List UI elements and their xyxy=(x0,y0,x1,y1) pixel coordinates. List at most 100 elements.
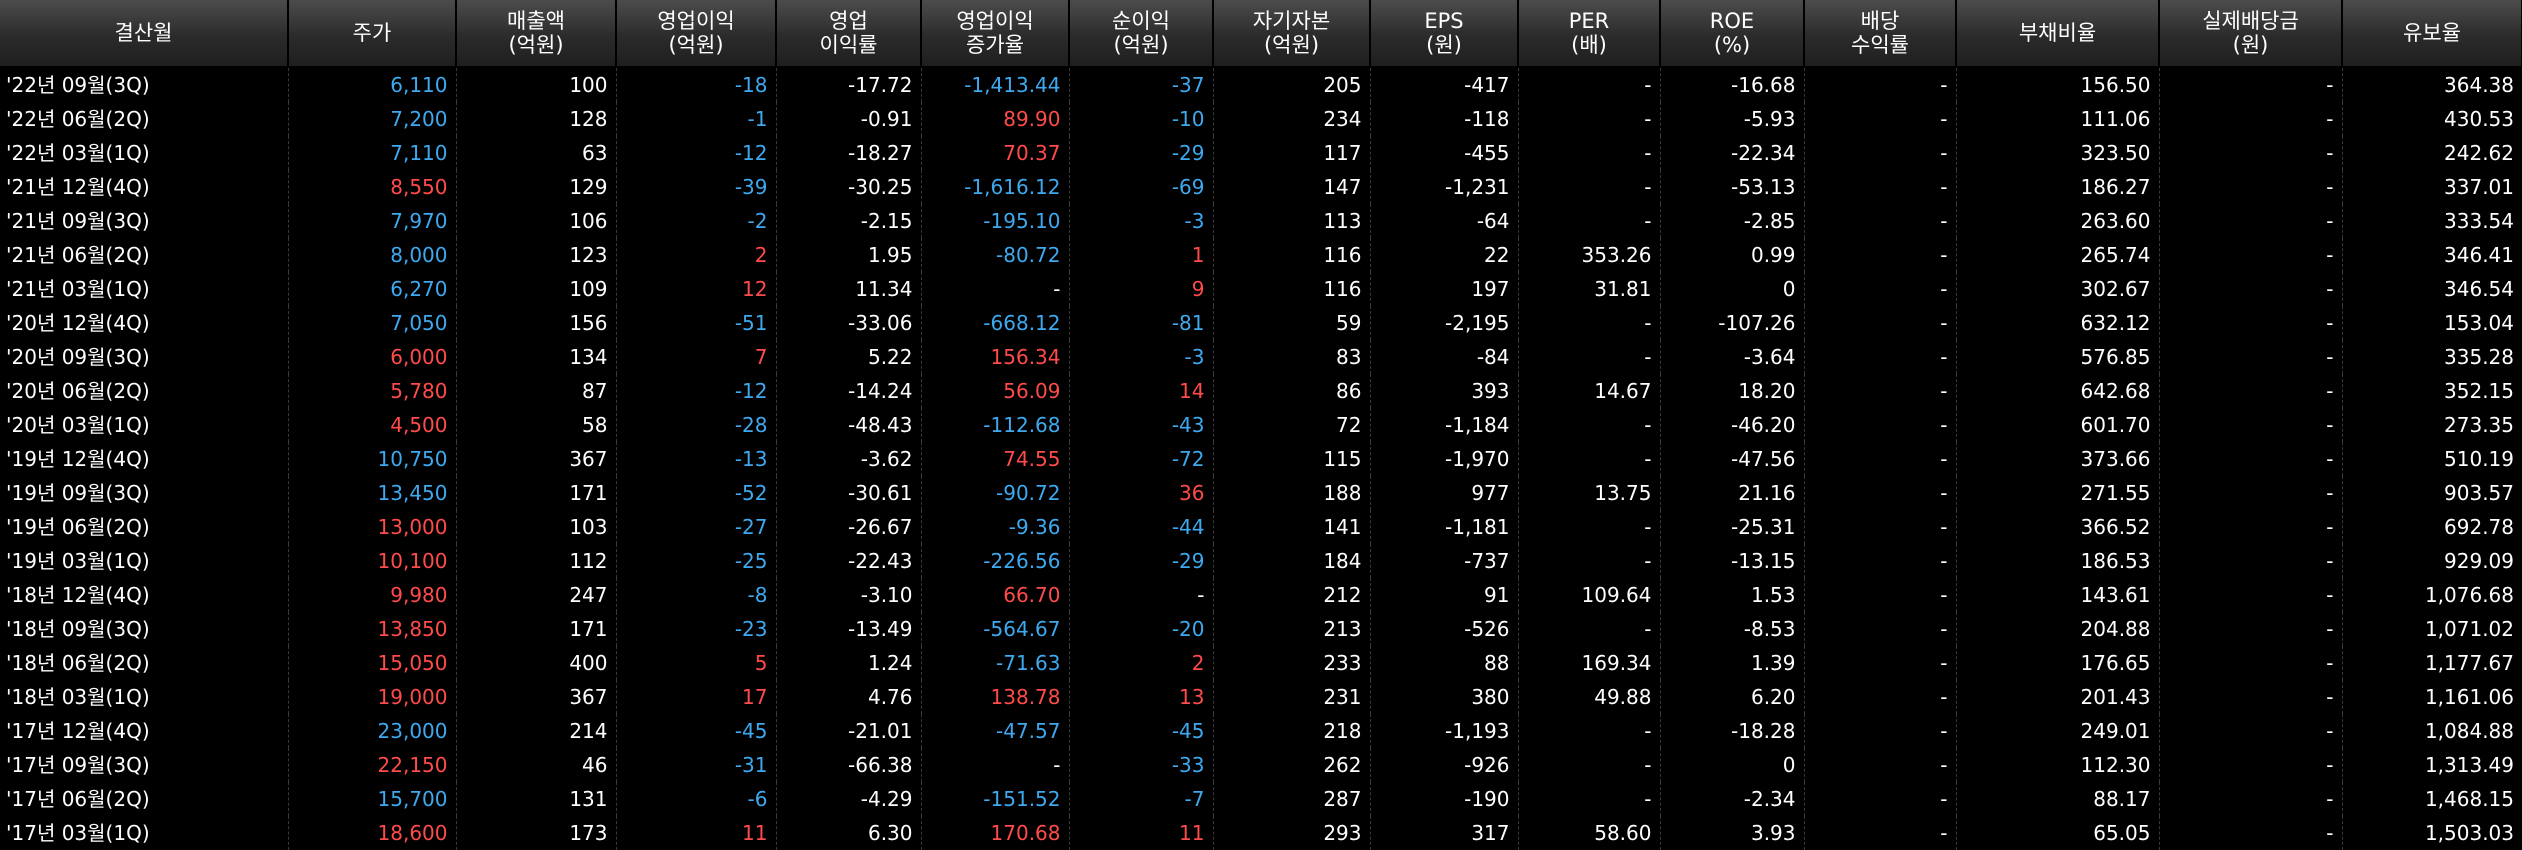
column-header-unit: 증가율 xyxy=(966,33,1024,57)
table-cell: - xyxy=(2159,476,2343,510)
table-cell: 263.60 xyxy=(1956,204,2160,238)
table-cell: 13,450 xyxy=(288,476,457,510)
table-row[interactable]: '19년 12월(4Q) 10,750 367 -13 -3.62 74.55 -72 115… xyxy=(0,442,2522,476)
table-cell: - xyxy=(1804,306,1957,340)
table-cell: -226.56 xyxy=(921,544,1070,578)
table-cell: - xyxy=(921,272,1070,306)
table-row[interactable]: '17년 12월(4Q) 23,000 214 -45 -21.01 -47.57 -45 2… xyxy=(0,714,2522,748)
column-header-label: 실제배당금 xyxy=(2202,9,2299,33)
table-row[interactable]: '17년 03월(1Q) 18,600 173 11 6.30 170.68 11 293 31… xyxy=(0,816,2522,850)
table-cell: -25 xyxy=(616,544,777,578)
table-row[interactable]: '18년 03월(1Q) 19,000 367 17 4.76 138.78 13 231 38… xyxy=(0,680,2522,714)
column-header[interactable]: PER (배) xyxy=(1518,0,1661,68)
table-row[interactable]: '19년 06월(2Q) 13,000 103 -27 -26.67 -9.36 -44 14… xyxy=(0,510,2522,544)
table-cell: 128 xyxy=(456,102,617,136)
table-cell: -72 xyxy=(1069,442,1214,476)
table-row[interactable]: '21년 12월(4Q) 8,550 129 -39 -30.25 -1,616.12 -6… xyxy=(0,170,2522,204)
column-header[interactable]: 결산월 xyxy=(0,0,289,68)
column-header[interactable]: EPS (원) xyxy=(1370,0,1519,68)
table-row[interactable]: '22년 06월(2Q) 7,200 128 -1 -0.91 89.90 -10 234 -1… xyxy=(0,102,2522,136)
table-cell: -28 xyxy=(616,408,777,442)
column-header-label: 영업이익 xyxy=(657,9,735,33)
table-cell: 91 xyxy=(1370,578,1519,612)
column-header[interactable]: ROE (%) xyxy=(1660,0,1805,68)
column-header-label: 배당 xyxy=(1860,9,1900,33)
table-row[interactable]: '18년 06월(2Q) 15,050 400 5 1.24 -71.63 2 233 88 16… xyxy=(0,646,2522,680)
column-header[interactable]: 부채비율 xyxy=(1956,0,2160,68)
table-row[interactable]: '21년 06월(2Q) 8,000 123 2 1.95 -80.72 1 116 22 353… xyxy=(0,238,2522,272)
table-cell: -1,184 xyxy=(1370,408,1519,442)
table-cell: 510.19 xyxy=(2444,447,2514,471)
table-cell: -12 xyxy=(616,374,777,408)
table-cell: 8,550 xyxy=(288,170,457,204)
table-cell: -118 xyxy=(1370,102,1519,136)
column-header[interactable]: 자기자본 (억원) xyxy=(1213,0,1371,68)
table-cell: 186.53 xyxy=(1956,544,2160,578)
table-row[interactable]: '18년 09월(3Q) 13,850 171 -23 -13.49 -564.67 -20… xyxy=(0,612,2522,646)
period-cell: '17년 06월(2Q) xyxy=(0,782,289,816)
table-cell: 171 xyxy=(456,612,617,646)
table-cell: - xyxy=(2159,102,2343,136)
table-cell: - xyxy=(1518,748,1661,782)
table-cell: 0 xyxy=(1660,272,1805,306)
table-row[interactable]: '22년 03월(1Q) 7,110 63 -12 -18.27 70.37 -29 117-… xyxy=(0,136,2522,170)
column-header-unit: 수익률 xyxy=(1851,33,1909,57)
table-row[interactable]: '18년 12월(4Q) 9,980 247 -8 -3.10 66.70-212 91 10… xyxy=(0,578,2522,612)
column-header[interactable]: 영업 이익률 xyxy=(776,0,922,68)
table-cell: 1,468.15 xyxy=(2424,787,2514,811)
table-cell: - xyxy=(1518,102,1661,136)
table-cell: 83 xyxy=(1213,340,1371,374)
column-header[interactable]: 매출액 (억원) xyxy=(456,0,617,68)
table-cell: 6.20 xyxy=(1660,680,1805,714)
table-header: 결산월 주가 매출액 (억원) 영업이익 (억원) 영업 이익률 영업이익 증가율 순이익 (억원) 자… xyxy=(0,0,2522,68)
table-cell: -30.25 xyxy=(776,170,922,204)
table-cell: 1,313.49 xyxy=(2424,753,2514,777)
period-cell: '21년 12월(4Q) xyxy=(0,170,289,204)
table-cell: 366.52 xyxy=(1956,510,2160,544)
column-header[interactable]: 실제배당금 (원) xyxy=(2159,0,2343,68)
table-cell: -53.13 xyxy=(1660,170,1805,204)
table-cell: -3 xyxy=(1069,340,1214,374)
column-header-unit: (배) xyxy=(1571,33,1607,57)
table-cell: -13.15 xyxy=(1660,544,1805,578)
column-header[interactable]: 영업이익 증가율 xyxy=(921,0,1070,68)
column-header[interactable]: 영업이익 (억원) xyxy=(616,0,777,68)
period-cell: '18년 12월(4Q) xyxy=(0,578,289,612)
table-cell: - xyxy=(2159,544,2343,578)
table-cell: -47.57 xyxy=(921,714,1070,748)
table-cell: 138.78 xyxy=(921,680,1070,714)
table-cell: - xyxy=(1804,272,1957,306)
table-cell: -1,413.44 xyxy=(921,67,1070,102)
column-header[interactable]: 주가 xyxy=(288,0,457,68)
table-row[interactable]: '20년 09월(3Q) 6,000 134 7 5.22 156.34 -3 83 -84- -… xyxy=(0,340,2522,374)
table-row[interactable]: '21년 03월(1Q) 6,270 109 12 11.34-9 116 197 31.81… xyxy=(0,272,2522,306)
table-row[interactable]: '20년 06월(2Q) 5,780 87 -12 -14.24 56.09 14 86 393… xyxy=(0,374,2522,408)
table-row[interactable]: '17년 09월(3Q) 22,150 46 -31 -66.38- -33 262 -926… xyxy=(0,748,2522,782)
table-row[interactable]: '17년 06월(2Q) 15,700 131 -6 -4.29 -151.52 -7 287… xyxy=(0,782,2522,816)
table-cell: -107.26 xyxy=(1660,306,1805,340)
period-cell: '21년 03월(1Q) xyxy=(0,272,289,306)
table-cell: 113 xyxy=(1213,204,1371,238)
table-cell: - xyxy=(1804,748,1957,782)
table-row[interactable]: '21년 09월(3Q) 7,970 106 -2 -2.15 -195.10 -3 113-… xyxy=(0,204,2522,238)
table-cell: - xyxy=(2159,340,2343,374)
table-cell: - xyxy=(1518,306,1661,340)
column-header[interactable]: 순이익 (억원) xyxy=(1069,0,1214,68)
table-cell: 197 xyxy=(1370,272,1519,306)
table-cell: 7,050 xyxy=(288,306,457,340)
column-header[interactable]: 배당 수익률 xyxy=(1804,0,1957,68)
table-row[interactable]: '20년 12월(4Q) 7,050 156 -51 -33.06 -668.12 -81 5… xyxy=(0,306,2522,340)
column-header-label: 유보율 xyxy=(2403,21,2461,45)
period-cell: '20년 09월(3Q) xyxy=(0,340,289,374)
table-cell: 116 xyxy=(1213,272,1371,306)
column-header[interactable]: 유보율 xyxy=(2342,0,2522,68)
table-row[interactable]: '19년 09월(3Q) 13,450 171 -52 -30.61 -90.72 36 18… xyxy=(0,476,2522,510)
table-row[interactable]: '19년 03월(1Q) 10,100 112 -25 -22.43 -226.56 -29… xyxy=(0,544,2522,578)
table-cell: -9.36 xyxy=(921,510,1070,544)
table-cell: -84 xyxy=(1370,340,1519,374)
table-cell: -2.15 xyxy=(776,204,922,238)
table-cell: 100 xyxy=(456,67,617,102)
table-row[interactable]: '22년 09월(3Q) 6,110 100 -18 -17.72 -1,413.44 -3… xyxy=(0,67,2522,102)
table-cell: -18.27 xyxy=(776,136,922,170)
table-row[interactable]: '20년 03월(1Q) 4,500 58 -28 -48.43 -112.68 -43 72… xyxy=(0,408,2522,442)
